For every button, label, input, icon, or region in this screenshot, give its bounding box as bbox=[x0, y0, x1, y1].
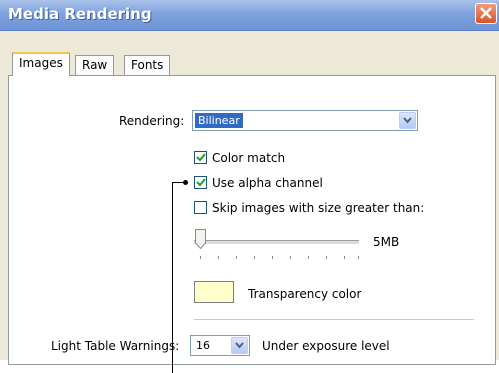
slider-tick bbox=[344, 256, 345, 259]
tab-label: Raw bbox=[82, 58, 108, 72]
media-rendering-dialog: Media Rendering Images Raw Fonts Renderi… bbox=[0, 0, 499, 365]
transparency-color-label: Transparency color bbox=[248, 287, 362, 301]
callout-line bbox=[172, 182, 173, 373]
slider-tick bbox=[236, 256, 237, 259]
chevron-down-icon bbox=[403, 117, 412, 124]
slider-tick bbox=[272, 256, 273, 259]
tab-fonts[interactable]: Fonts bbox=[124, 55, 171, 75]
checkmark-icon bbox=[196, 178, 206, 187]
light-table-warnings-select[interactable]: 16 bbox=[190, 335, 250, 356]
slider-tick bbox=[358, 256, 359, 259]
slider-tick bbox=[218, 256, 219, 259]
size-slider-thumb[interactable] bbox=[195, 229, 206, 249]
skip-images-label: Skip images with size greater than: bbox=[212, 201, 425, 215]
tab-label: Fonts bbox=[131, 58, 164, 72]
alpha-channel-checkbox[interactable] bbox=[194, 176, 207, 189]
slider-tick bbox=[290, 256, 291, 259]
color-match-checkbox[interactable] bbox=[194, 151, 207, 164]
separator bbox=[194, 319, 474, 320]
dialog-body: Images Raw Fonts Rendering: Bilinear Col… bbox=[0, 31, 499, 365]
light-table-dropdown-button[interactable] bbox=[231, 337, 248, 354]
chevron-down-icon bbox=[235, 342, 244, 349]
close-icon bbox=[480, 7, 492, 19]
light-table-warnings-label: Light Table Warnings: bbox=[51, 339, 180, 353]
checkmark-icon bbox=[196, 153, 206, 162]
slider-tick bbox=[326, 256, 327, 259]
close-button[interactable] bbox=[475, 3, 497, 24]
window-title: Media Rendering bbox=[8, 5, 152, 23]
tab-images[interactable]: Images bbox=[12, 52, 70, 76]
rendering-value: Bilinear bbox=[195, 113, 243, 128]
images-tab-panel: Rendering: Bilinear Color match Use alph… bbox=[8, 75, 496, 365]
rendering-dropdown-button[interactable] bbox=[399, 112, 416, 129]
transparency-color-swatch[interactable] bbox=[194, 281, 234, 303]
size-slider-track[interactable] bbox=[194, 240, 359, 245]
light-table-warnings-value: 16 bbox=[196, 339, 210, 352]
rendering-select[interactable]: Bilinear bbox=[192, 110, 418, 131]
slider-tick bbox=[254, 256, 255, 259]
under-exposure-label: Under exposure level bbox=[262, 339, 390, 353]
slider-tick bbox=[200, 256, 201, 259]
callout-line bbox=[172, 182, 185, 183]
skip-images-checkbox[interactable] bbox=[194, 201, 207, 214]
slider-tick bbox=[308, 256, 309, 259]
alpha-channel-label: Use alpha channel bbox=[212, 176, 323, 190]
rendering-label: Rendering: bbox=[119, 114, 185, 128]
tab-label: Images bbox=[19, 56, 63, 70]
color-match-label: Color match bbox=[212, 151, 286, 165]
slider-value-label: 5MB bbox=[373, 235, 400, 249]
tab-raw[interactable]: Raw bbox=[75, 55, 115, 75]
title-bar[interactable]: Media Rendering bbox=[0, 0, 499, 31]
